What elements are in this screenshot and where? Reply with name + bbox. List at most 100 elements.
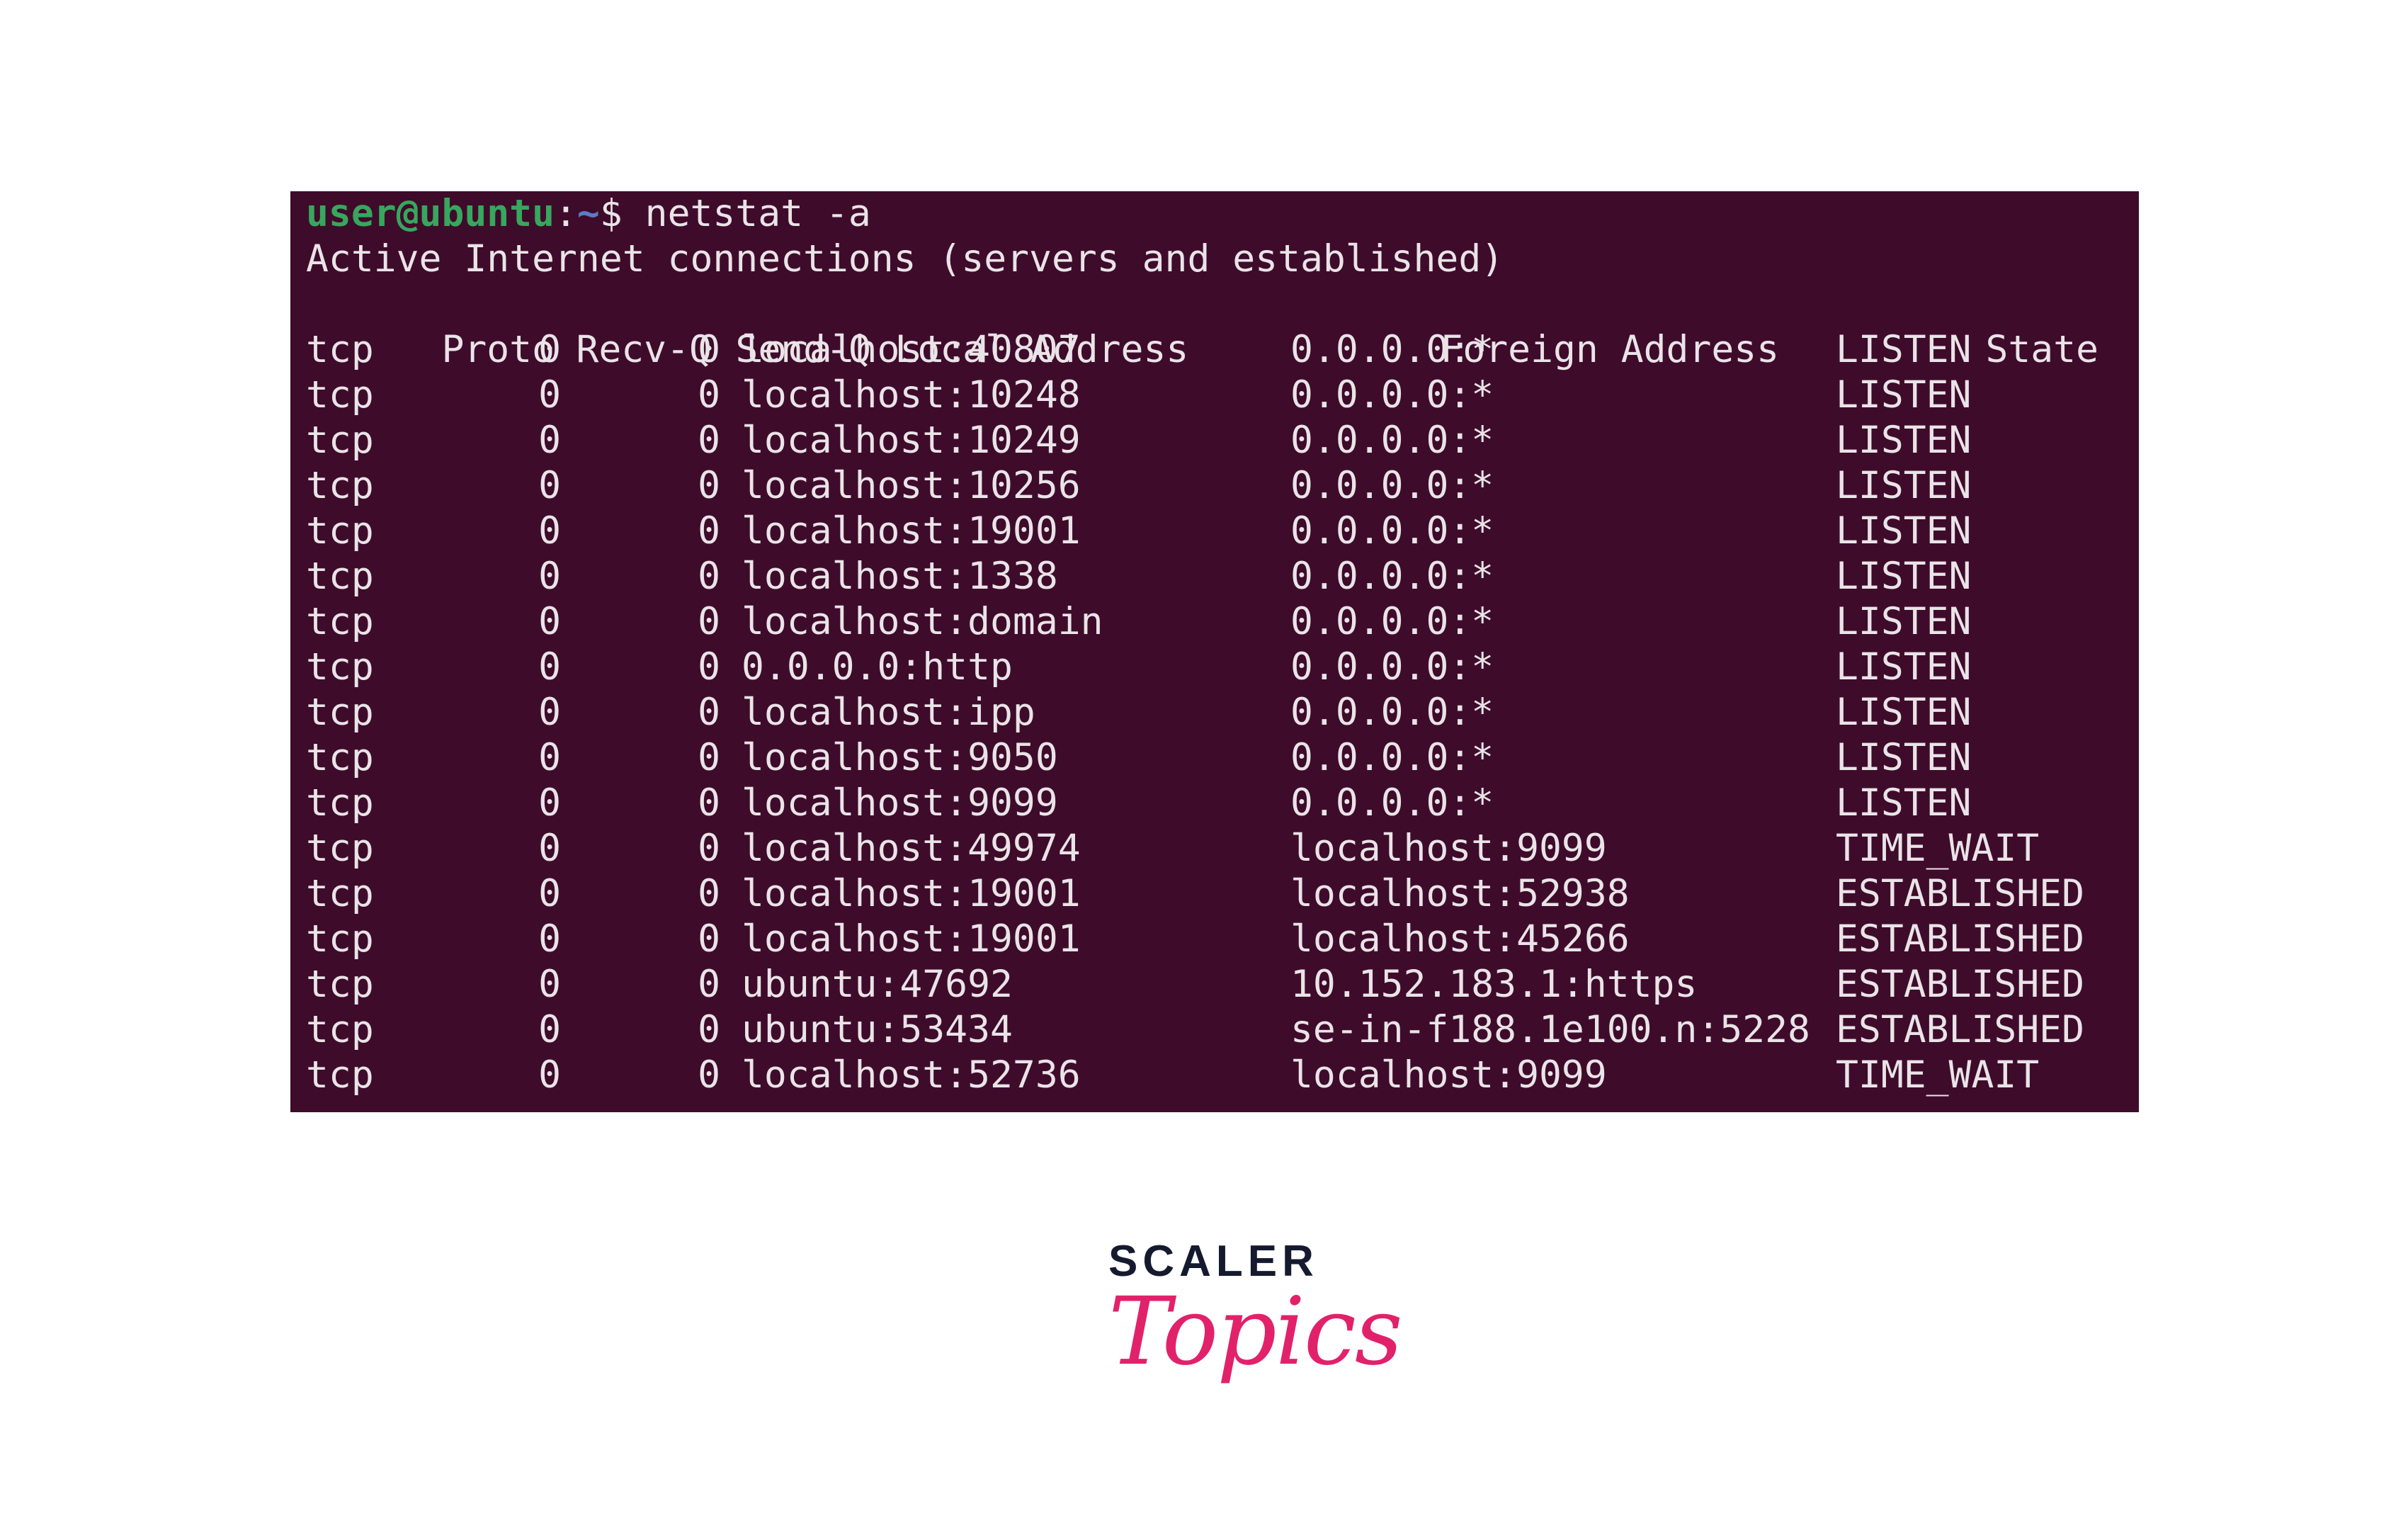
cell-foreign-address: 0.0.0.0:* [1290,509,1494,553]
cell-proto: tcp [306,555,374,598]
cell-recv-q: 0 [538,872,561,915]
cell-recv-q: 0 [538,781,561,825]
cell-foreign-address: localhost:45266 [1290,917,1630,961]
table-row: tcp 0 0 localhost:9050 0.0.0.0:* LISTEN [306,735,2139,781]
cell-send-q: 0 [698,419,720,462]
table-row: tcp 0 0 localhost:19001 localhost:52938 ESTAB… [306,871,2139,917]
cell-local-address: ubuntu:53434 [742,1008,1013,1051]
cell-foreign-address: localhost:9099 [1290,1053,1607,1097]
cell-proto: tcp [306,373,374,417]
cell-recv-q: 0 [538,600,561,643]
cell-foreign-address: 0.0.0.0:* [1290,645,1494,689]
terminal-window[interactable]: user@ubuntu:~$ netstat -a Active Interne… [290,191,2139,1112]
cell-recv-q: 0 [538,691,561,734]
connection-rows: tcp 0 0 localhost:40807 0.0.0.0:* LISTEN tcp 0 0… [306,327,2139,1098]
scaler-topics-logo: SCALER Topics [1108,1236,1403,1420]
cell-foreign-address: 0.0.0.0:* [1290,555,1494,598]
cell-recv-q: 0 [538,827,561,870]
prompt-separator: : [555,192,577,235]
cell-local-address: localhost:10249 [742,419,1081,462]
cell-local-address: localhost:19001 [742,917,1081,961]
cell-proto: tcp [306,691,374,734]
cell-recv-q: 0 [538,1053,561,1097]
table-header: Proto Recv-Q Send-Q Local Address Foreign Ad… [306,282,2139,371]
cell-state: LISTEN [1836,691,1972,734]
cell-state: LISTEN [1836,555,1972,598]
table-row: tcp 0 0 localhost:ipp 0.0.0.0:* LISTEN [306,690,2139,735]
cell-foreign-address: 0.0.0.0:* [1290,600,1494,643]
cell-proto: tcp [306,1008,374,1051]
cell-recv-q: 0 [538,464,561,507]
cell-foreign-address: 0.0.0.0:* [1290,781,1494,825]
cell-proto: tcp [306,781,374,825]
cell-state: LISTEN [1836,509,1972,553]
cell-proto: tcp [306,872,374,915]
cell-send-q: 0 [698,464,720,507]
cell-send-q: 0 [698,1053,720,1097]
cell-local-address: localhost:9050 [742,736,1058,779]
cell-state: LISTEN [1836,645,1972,689]
prompt-symbol: $ [599,192,645,235]
table-row: tcp 0 0 localhost:40807 0.0.0.0:* LISTEN [306,327,2139,373]
cell-proto: tcp [306,419,374,462]
cell-state: ESTABLISHED [1836,917,2084,961]
cell-send-q: 0 [698,555,720,598]
command-line: user@ubuntu:~$ netstat -a [306,191,2139,237]
table-row: tcp 0 0 0.0.0.0:http 0.0.0.0:* LISTEN [306,645,2139,690]
prompt-user: user@ubuntu [306,192,555,235]
cell-proto: tcp [306,827,374,870]
cell-local-address: localhost:9099 [742,781,1058,825]
cell-state: ESTABLISHED [1836,963,2084,1006]
terminal-output: user@ubuntu:~$ netstat -a Active Interne… [306,191,2139,1112]
cell-recv-q: 0 [538,645,561,689]
cell-proto: tcp [306,917,374,961]
cell-local-address: localhost:ipp [742,691,1035,734]
cell-proto: tcp [306,600,374,643]
cell-foreign-address: localhost:9099 [1290,827,1607,870]
cell-local-address: localhost:49974 [742,827,1081,870]
cell-state: LISTEN [1836,600,1972,643]
cell-state: LISTEN [1836,464,1972,507]
cell-send-q: 0 [698,645,720,689]
cell-recv-q: 0 [538,736,561,779]
cell-recv-q: 0 [538,1008,561,1051]
cell-foreign-address: 0.0.0.0:* [1290,736,1494,779]
table-row: tcp 0 0 localhost:10248 0.0.0.0:* LISTEN [306,373,2139,418]
output-heading: Active Internet connections (servers and… [306,237,1504,281]
cell-proto: tcp [306,963,374,1006]
cell-send-q: 0 [698,827,720,870]
cell-send-q: 0 [698,691,720,734]
cell-proto: tcp [306,645,374,689]
cell-state: LISTEN [1836,373,1972,417]
cell-foreign-address: 0.0.0.0:* [1290,373,1494,417]
cell-foreign-address: 10.152.183.1:https [1290,963,1698,1006]
cell-state: ESTABLISHED [1836,1008,2084,1051]
table-row: tcp 0 0 localhost:1338 0.0.0.0:* LISTEN [306,554,2139,599]
cell-proto: tcp [306,509,374,553]
cell-recv-q: 0 [538,509,561,553]
table-row: tcp 0 0 localhost:49974 localhost:9099 TIME_W… [306,826,2139,871]
cell-local-address: localhost:10248 [742,373,1081,417]
table-row: tcp 0 0 localhost:10249 0.0.0.0:* LISTEN [306,418,2139,463]
cell-recv-q: 0 [538,963,561,1006]
cell-proto: tcp [306,1053,374,1097]
cell-foreign-address: localhost:52938 [1290,872,1630,915]
cell-send-q: 0 [698,328,720,371]
logo-line-topics: Topics [1108,1277,1403,1386]
cell-state: LISTEN [1836,781,1972,825]
cell-send-q: 0 [698,373,720,417]
table-row: tcp 0 0 localhost:19001 localhost:45266 ESTAB… [306,917,2139,962]
cell-state: LISTEN [1836,328,1972,371]
table-row: tcp 0 0 localhost:52736 localhost:9099 TIME_W… [306,1053,2139,1098]
cell-local-address: localhost:19001 [742,509,1081,553]
cell-send-q: 0 [698,872,720,915]
table-row: tcp 0 0 localhost:10256 0.0.0.0:* LISTEN [306,463,2139,509]
cell-local-address: localhost:19001 [742,872,1081,915]
cell-state: ESTABLISHED [1836,872,2084,915]
cell-local-address: localhost:52736 [742,1053,1081,1097]
cell-local-address: ubuntu:47692 [742,963,1013,1006]
table-row: tcp 0 0 ubuntu:53434 se-in-f188.1e100.n:5228… [306,1007,2139,1053]
cell-send-q: 0 [698,736,720,779]
table-row: tcp 0 0 localhost:9099 0.0.0.0:* LISTEN [306,781,2139,826]
table-row: tcp 0 0 localhost:19001 0.0.0.0:* LISTEN [306,509,2139,554]
